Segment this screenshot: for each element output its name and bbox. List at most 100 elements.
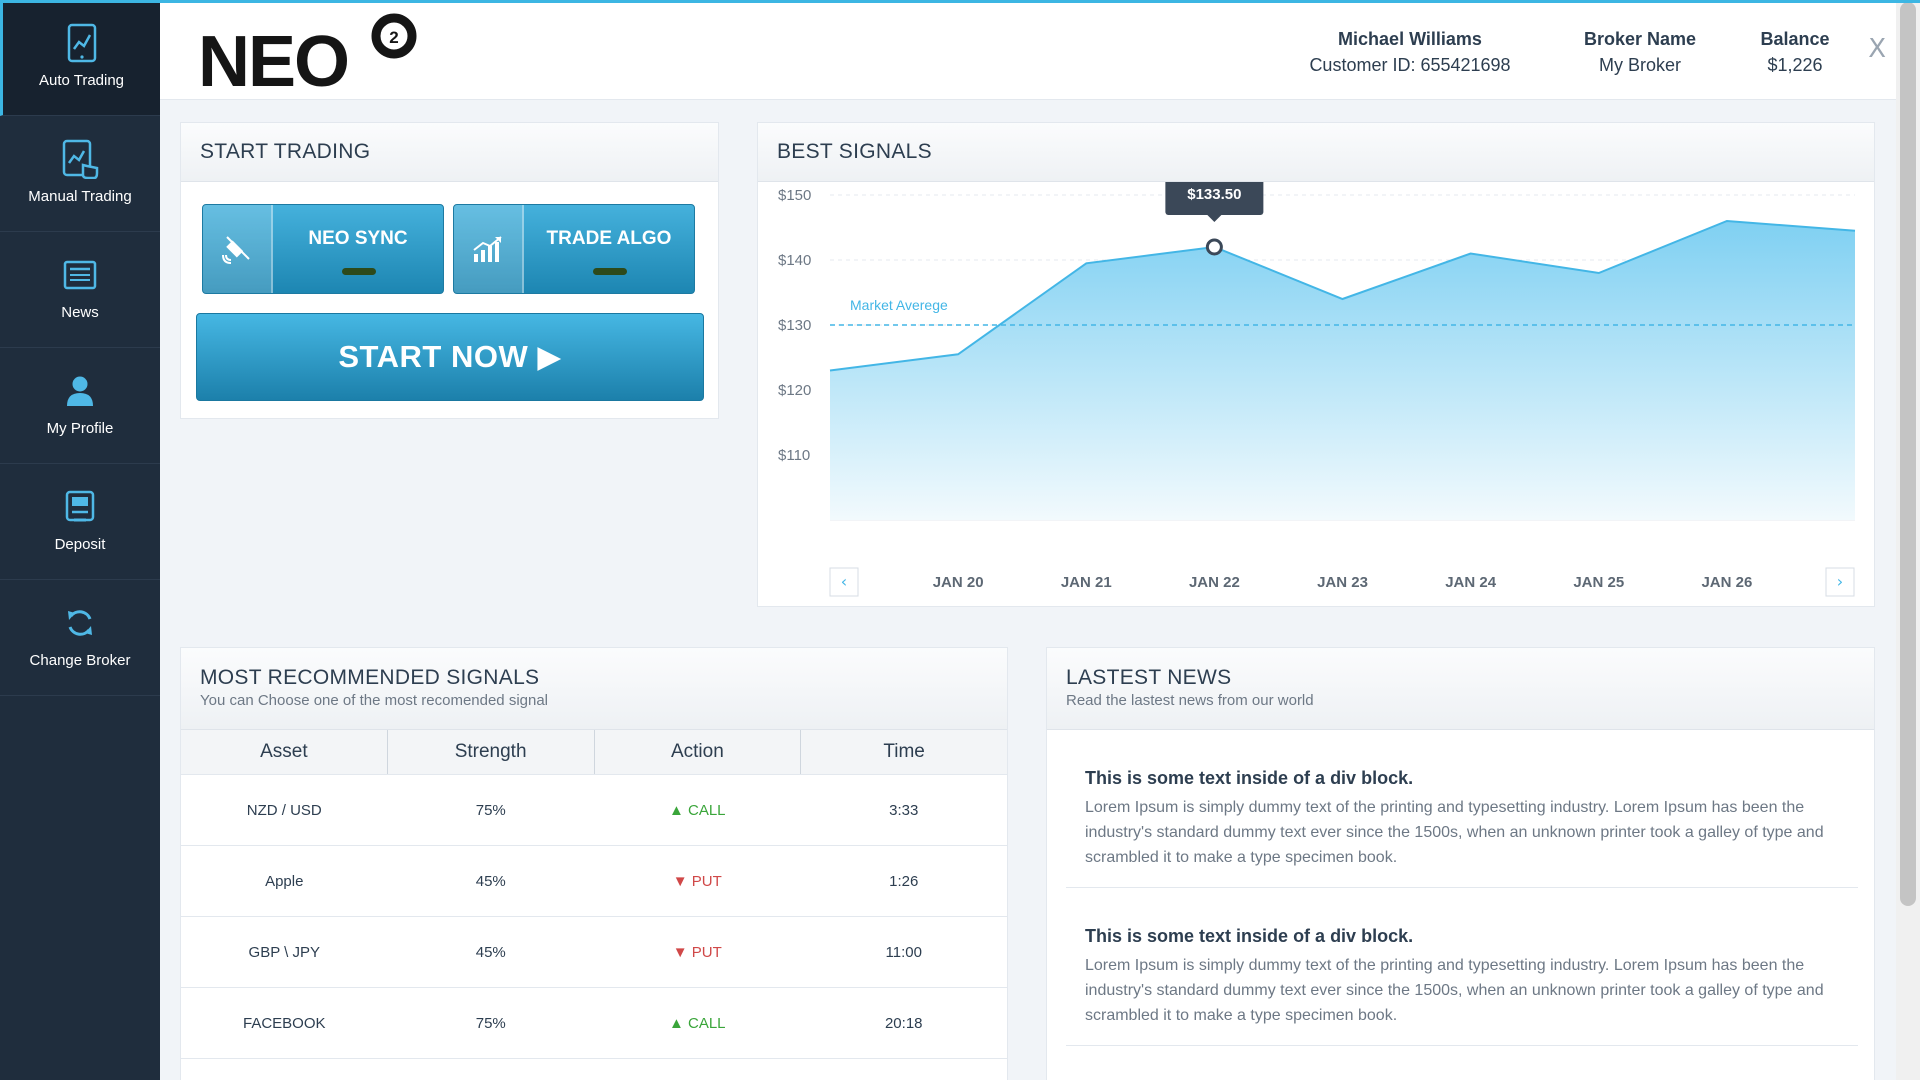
time-cell: 3:33 (889, 801, 919, 819)
sidebar-item-deposit[interactable]: Deposit (0, 464, 160, 580)
tile-label: TRADE ALGO (546, 228, 672, 249)
sidebar-item-my-profile[interactable]: My Profile (0, 348, 160, 464)
tablet-touch-icon (60, 139, 100, 179)
logo[interactable]: NEO 2 (198, 12, 428, 102)
logo-superscript: 2 (389, 28, 398, 47)
table-row[interactable]: Apple 45% ▼ PUT 1:26 (181, 846, 1007, 917)
news-body: Lorem Ipsum is simply dummy text of the … (1085, 957, 1824, 1024)
panel-title: START TRADING (200, 140, 371, 163)
strength-cell: 75% (475, 801, 506, 819)
close-button[interactable]: X (1868, 34, 1886, 64)
x-tick-label: JAN 24 (1445, 574, 1497, 591)
asset-cell: GBP \ JPY (248, 943, 320, 961)
best-signals-panel: BEST SIGNALS $150 $140 $130 $120 $110 Market… (757, 122, 1875, 607)
x-tick-label: JAN 25 (1573, 574, 1624, 591)
start-now-button[interactable]: START NOW ▶ (196, 313, 704, 401)
latest-news-panel: LASTEST NEWS Read the lastest news from … (1046, 647, 1875, 1080)
time-cell: 1:26 (889, 872, 919, 890)
chart-next-button[interactable]: › (1825, 567, 1855, 597)
neo-sync-button[interactable]: NEO SYNC (202, 204, 444, 294)
x-tick-label: JAN 21 (1061, 574, 1112, 591)
broker-label: Broker Name (1583, 29, 1697, 49)
atm-icon (60, 487, 100, 527)
column-header[interactable]: Action (595, 730, 802, 774)
y-tick-label: $110 (778, 447, 810, 464)
panel-header: START TRADING (181, 123, 718, 182)
sidebar-item-label: Manual Trading (28, 187, 132, 205)
asset-cell: Apple (265, 872, 304, 890)
chart-tooltip: $133.50 (1165, 182, 1264, 222)
user-name: Michael Williams (1338, 29, 1482, 49)
panel-header: MOST RECOMMENDED SIGNALS You can Choose … (181, 648, 1007, 730)
tile-label: NEO SYNC (308, 228, 408, 249)
panel-header: LASTEST NEWS Read the lastest news from … (1047, 648, 1874, 730)
chart-prev-button[interactable]: ‹ (829, 567, 859, 597)
action-cell: ▲ CALL (668, 801, 726, 819)
news-title: This is some text inside of a div block. (1085, 768, 1414, 788)
sidebar-item-change-broker[interactable]: Change Broker (0, 580, 160, 696)
panel-title: BEST SIGNALS (777, 140, 932, 163)
satellite-icon (203, 205, 273, 293)
broker-info: Broker Name My Broker (1565, 26, 1715, 78)
table-row[interactable]: NZD / USD 75% ▲ CALL 3:33 (181, 775, 1007, 846)
refresh-icon (60, 603, 100, 643)
sidebar-item-label: Change Broker (29, 651, 131, 669)
panel-subtitle: Read the lastest news from our world (1066, 692, 1314, 709)
highlight-point[interactable] (1205, 238, 1223, 256)
scrollbar-thumb[interactable] (1900, 2, 1916, 906)
broker-value: My Broker (1598, 55, 1681, 75)
signals-chart: $150 $140 $130 $120 $110 Market Averege JAN … (778, 182, 1856, 597)
panel-header: BEST SIGNALS (758, 123, 1874, 182)
strength-cell: 45% (475, 943, 506, 961)
asset-cell: NZD / USD (246, 801, 322, 819)
time-cell: 11:00 (885, 943, 922, 961)
news-title: This is some text inside of a div block. (1085, 926, 1414, 946)
table-row[interactable]: FACEBOOK 75% ▲ CALL 20:18 (181, 988, 1007, 1059)
news-item[interactable]: This is some text inside of a div block.… (1066, 926, 1858, 1046)
column-header[interactable]: Time (801, 730, 1007, 774)
sidebar-item-label: Auto Trading (38, 71, 125, 89)
top-accent-bar (0, 0, 1920, 3)
growth-chart-icon (454, 205, 524, 293)
balance-label: Balance (1760, 29, 1830, 49)
table-row[interactable]: GBP \ JPY 45% ▼ PUT 11:00 (181, 917, 1007, 988)
chevron-left-icon: ‹ (841, 572, 847, 591)
panel-title: LASTEST NEWS (1066, 666, 1232, 689)
trade-algo-button[interactable]: TRADE ALGO (453, 204, 695, 294)
x-tick-label: JAN 20 (933, 574, 984, 591)
user-info: Michael Williams Customer ID: 655421698 (1290, 26, 1530, 78)
column-header[interactable]: Asset (181, 730, 388, 774)
x-axis: JAN 20 JAN 21 JAN 22 JAN 23 JAN 24 JAN 25 JAN … (933, 574, 1753, 591)
time-cell: 20:18 (884, 1014, 923, 1032)
asset-cell: FACEBOOK (242, 1014, 326, 1032)
sidebar-item-news[interactable]: News (0, 232, 160, 348)
sidebar-item-label: My Profile (46, 419, 114, 437)
y-tick-label: $130 (778, 317, 811, 334)
customer-id: Customer ID: 655421698 (1309, 55, 1511, 75)
balance-info: Balance $1,226 (1740, 26, 1850, 78)
market-average-label: Market Averege (850, 297, 948, 313)
sidebar-item-label: Deposit (54, 535, 106, 553)
column-header[interactable]: Strength (388, 730, 595, 774)
x-tick-label: JAN 23 (1317, 574, 1368, 591)
logo-text: NEO (198, 22, 348, 92)
tablet-chart-icon (62, 23, 102, 63)
strength-cell: 45% (475, 872, 506, 890)
strength-cell: 75% (475, 1014, 506, 1032)
status-indicator (593, 268, 627, 275)
y-tick-label: $140 (778, 252, 811, 269)
panel-title: MOST RECOMMENDED SIGNALS (200, 666, 540, 689)
newspaper-icon (60, 255, 100, 295)
vertical-scrollbar[interactable] (1896, 0, 1920, 1080)
sidebar-item-auto-trading[interactable]: Auto Trading (0, 0, 160, 116)
tooltip-value: $133.50 (1187, 186, 1241, 203)
sidebar-item-label: News (61, 303, 99, 321)
sidebar: Auto Trading Manual Trading News My Prof… (0, 0, 160, 1080)
panel-subtitle: You can Choose one of the most recomende… (200, 692, 549, 709)
x-tick-label: JAN 22 (1189, 574, 1240, 591)
header: NEO 2 Michael Williams Customer ID: 6554… (160, 0, 1896, 102)
news-item[interactable]: This is some text inside of a div block.… (1066, 768, 1858, 888)
sidebar-item-manual-trading[interactable]: Manual Trading (0, 116, 160, 232)
y-tick-label: $120 (778, 382, 811, 399)
user-icon (60, 371, 100, 411)
